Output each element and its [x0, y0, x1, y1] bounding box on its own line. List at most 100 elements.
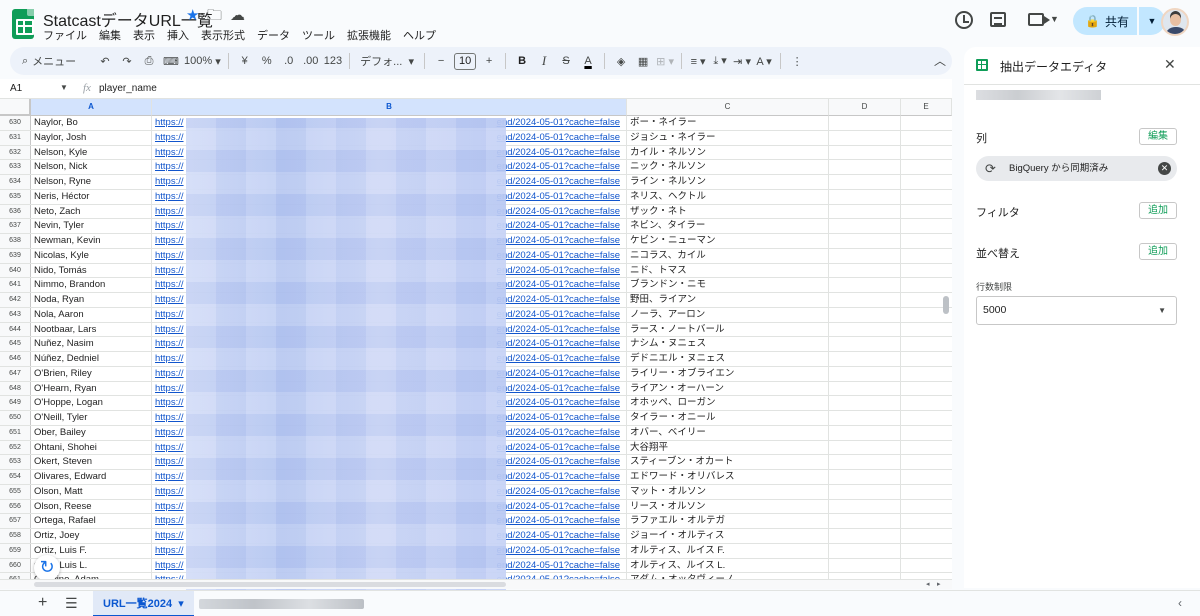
- url-link-prefix[interactable]: https://: [155, 426, 184, 440]
- url-link-suffix[interactable]: end/2024-05-01?cache=false: [497, 514, 620, 528]
- url-link-prefix[interactable]: https://: [155, 264, 184, 278]
- cell-japanese-name[interactable]: ニック・ネルソン: [627, 160, 829, 174]
- url-link-suffix[interactable]: end/2024-05-01?cache=false: [497, 352, 620, 366]
- url-link-suffix[interactable]: end/2024-05-01?cache=false: [497, 205, 620, 219]
- row-number[interactable]: 642: [0, 293, 31, 307]
- url-link-suffix[interactable]: end/2024-05-01?cache=false: [497, 529, 620, 543]
- url-link-prefix[interactable]: https://: [155, 382, 184, 396]
- row-number[interactable]: 651: [0, 425, 31, 440]
- cell-japanese-name[interactable]: ジョーイ・オルティス: [627, 529, 829, 543]
- row-number[interactable]: 644: [0, 322, 31, 337]
- url-link-prefix[interactable]: https://: [155, 559, 184, 573]
- url-link-suffix[interactable]: end/2024-05-01?cache=false: [497, 500, 620, 514]
- row-number[interactable]: 643: [0, 307, 31, 322]
- collapse-toolbar-icon[interactable]: ︿: [934, 52, 946, 69]
- url-link-prefix[interactable]: https://: [155, 529, 184, 543]
- sheet-tab-active[interactable]: URL一覧2024 ▾: [93, 591, 194, 616]
- cell-empty[interactable]: [829, 558, 901, 573]
- cell-empty[interactable]: [829, 337, 901, 351]
- cell-empty[interactable]: [829, 234, 901, 248]
- vertical-align-icon[interactable]: ⤓ ▾: [711, 50, 729, 72]
- column-header-e[interactable]: E: [901, 99, 952, 116]
- text-wrap-icon[interactable]: ⇥ ▾: [733, 50, 751, 72]
- url-link-suffix[interactable]: end/2024-05-01?cache=false: [497, 264, 620, 278]
- cell-japanese-name[interactable]: カイル・ネルソン: [627, 145, 829, 160]
- column-header-b[interactable]: B: [152, 99, 627, 116]
- borders-icon[interactable]: ▦: [634, 50, 652, 72]
- url-link-prefix[interactable]: https://: [155, 500, 184, 514]
- cell-japanese-name[interactable]: ノーラ、アーロン: [627, 307, 829, 322]
- menu-view[interactable]: 表示: [133, 27, 155, 43]
- row-number[interactable]: 659: [0, 543, 31, 558]
- version-history-icon[interactable]: [955, 11, 973, 29]
- cell-player-name[interactable]: Noda, Ryan: [31, 293, 152, 307]
- url-link-suffix[interactable]: end/2024-05-01?cache=false: [497, 160, 620, 174]
- currency-format-button[interactable]: ¥: [236, 50, 254, 72]
- cell-japanese-name[interactable]: ライン・ネルソン: [627, 175, 829, 189]
- cell-empty[interactable]: [829, 470, 901, 484]
- row-number[interactable]: 653: [0, 455, 31, 469]
- meet-dropdown-icon[interactable]: ▼: [1050, 14, 1059, 24]
- zoom-select[interactable]: 100% ▾: [184, 50, 221, 72]
- url-link-suffix[interactable]: end/2024-05-01?cache=false: [497, 411, 620, 425]
- source-sync-chip[interactable]: ⟳ BigQuery から同期済み ✕: [976, 156, 1177, 181]
- cell-player-name[interactable]: O'Neill, Tyler: [31, 411, 152, 425]
- url-link-prefix[interactable]: https://: [155, 514, 184, 528]
- cell-empty[interactable]: [829, 543, 901, 558]
- cell-empty[interactable]: [829, 411, 901, 425]
- url-link-prefix[interactable]: https://: [155, 367, 184, 381]
- font-size-decrease-button[interactable]: −: [432, 50, 450, 72]
- cell-player-name[interactable]: Nootbaar, Lars: [31, 322, 152, 337]
- more-options-icon[interactable]: ⋮: [788, 50, 806, 72]
- cell-empty[interactable]: [829, 440, 901, 455]
- row-number[interactable]: 637: [0, 219, 31, 233]
- font-size-input[interactable]: 10: [454, 52, 477, 70]
- url-link-suffix[interactable]: end/2024-05-01?cache=false: [497, 131, 620, 145]
- cell-empty[interactable]: [829, 425, 901, 440]
- cell-japanese-name[interactable]: オルティス、ルイス F.: [627, 543, 829, 558]
- refresh-data-icon[interactable]: ↻: [34, 555, 60, 581]
- url-link-prefix[interactable]: https://: [155, 131, 184, 145]
- cell-japanese-name[interactable]: 野田、ライアン: [627, 293, 829, 307]
- cell-japanese-name[interactable]: ジョシュ・ネイラー: [627, 130, 829, 145]
- cell-empty[interactable]: [829, 145, 901, 160]
- cell-empty[interactable]: [829, 160, 901, 174]
- scroll-left-arrow-icon[interactable]: ◂: [926, 580, 930, 588]
- all-sheets-icon[interactable]: ☰: [65, 595, 78, 612]
- row-number[interactable]: 640: [0, 263, 31, 278]
- row-number[interactable]: 648: [0, 381, 31, 396]
- url-link-prefix[interactable]: https://: [155, 293, 184, 307]
- decrease-decimal-button[interactable]: .0: [280, 50, 298, 72]
- menu-edit[interactable]: 編集: [99, 27, 121, 43]
- cell-empty[interactable]: [829, 307, 901, 322]
- bold-icon[interactable]: B: [513, 50, 531, 72]
- cell-japanese-name[interactable]: ケビン・ニューマン: [627, 234, 829, 248]
- move-folder-icon[interactable]: 🗀: [207, 7, 222, 25]
- url-link-suffix[interactable]: end/2024-05-01?cache=false: [497, 470, 620, 484]
- url-link-prefix[interactable]: https://: [155, 146, 184, 160]
- close-icon[interactable]: ✕: [1164, 56, 1176, 73]
- url-link-suffix[interactable]: end/2024-05-01?cache=false: [497, 175, 620, 189]
- cell-japanese-name[interactable]: ザック・ネト: [627, 204, 829, 219]
- cell-player-name[interactable]: Neris, Héctor: [31, 189, 152, 204]
- cell-player-name[interactable]: Naylor, Josh: [31, 130, 152, 145]
- italic-icon[interactable]: I: [535, 50, 553, 72]
- cell-player-name[interactable]: Olivares, Edward: [31, 470, 152, 484]
- cell-player-name[interactable]: Nicolas, Kyle: [31, 248, 152, 263]
- fill-color-icon[interactable]: ◈: [612, 50, 630, 72]
- horizontal-align-icon[interactable]: ≡ ▾: [689, 50, 707, 72]
- url-link-suffix[interactable]: end/2024-05-01?cache=false: [497, 544, 620, 558]
- paint-format-icon[interactable]: ⌨: [162, 50, 180, 72]
- cell-player-name[interactable]: Ohtani, Shohei: [31, 440, 152, 455]
- row-number[interactable]: 652: [0, 440, 31, 455]
- menu-format[interactable]: 表示形式: [201, 27, 245, 43]
- cell-japanese-name[interactable]: オバー、ベイリー: [627, 425, 829, 440]
- row-number[interactable]: 630: [0, 116, 31, 130]
- name-box-dropdown-icon[interactable]: ▼: [60, 83, 68, 92]
- cell-japanese-name[interactable]: リース・オルソン: [627, 499, 829, 514]
- url-link-suffix[interactable]: end/2024-05-01?cache=false: [497, 559, 620, 573]
- row-number[interactable]: 635: [0, 189, 31, 204]
- cell-empty[interactable]: [829, 293, 901, 307]
- cell-player-name[interactable]: O'Hoppe, Logan: [31, 396, 152, 410]
- horizontal-scrollbar[interactable]: ◂ ▸: [0, 579, 952, 589]
